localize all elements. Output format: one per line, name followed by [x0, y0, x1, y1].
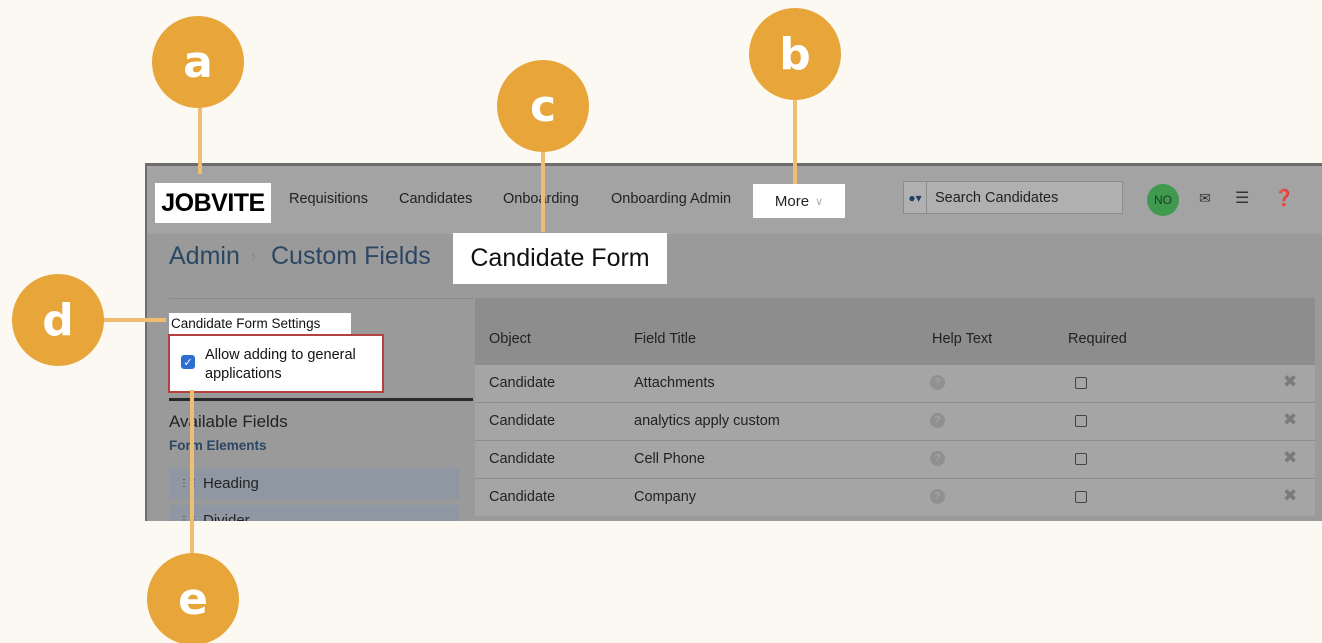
form-element-divider[interactable]: ⋮⋮ Divider [169, 505, 459, 521]
field-title-cell: Cell Phone [634, 451, 705, 467]
table-row[interactable]: Candidate Company ? ✖ [475, 478, 1315, 516]
app-screenshot: JOBVITE Requisitions Candidates Onboardi… [145, 163, 1322, 521]
allow-general-applications-setting[interactable]: ✓ Allow adding to general applications [168, 334, 384, 393]
allow-general-applications-checkbox[interactable]: ✓ [181, 355, 195, 369]
delete-icon[interactable]: ✖ [1283, 486, 1297, 506]
more-label: More [774, 192, 810, 210]
candidate-search: ●▾ [903, 181, 1123, 214]
breadcrumb-admin[interactable]: Admin [169, 242, 240, 271]
object-cell: Candidate [489, 451, 556, 467]
form-element-heading[interactable]: ⋮⋮ Heading [169, 468, 459, 499]
help-text-icon[interactable]: ? [930, 451, 945, 466]
delete-icon[interactable]: ✖ [1283, 372, 1297, 392]
callout-c-leader [541, 150, 545, 232]
divider [169, 298, 473, 299]
object-cell: Candidate [489, 375, 556, 391]
form-element-label: Heading [203, 475, 259, 492]
jobvite-logo[interactable]: JOBVITE [155, 183, 271, 223]
table-row[interactable]: Candidate analytics apply custom ? ✖ [475, 402, 1315, 440]
object-cell: Candidate [489, 413, 556, 429]
mail-icon[interactable]: ✉ [1199, 190, 1211, 207]
drag-handle-icon: ⋮⋮ [179, 515, 199, 521]
delete-icon[interactable]: ✖ [1283, 448, 1297, 468]
callout-e: e [147, 553, 239, 643]
callout-d: d [12, 274, 104, 366]
nav-requisitions[interactable]: Requisitions [289, 191, 368, 207]
callout-c: c [497, 60, 589, 152]
allow-general-applications-label: Allow adding to general applications [205, 347, 356, 382]
column-header-required: Required [1068, 331, 1127, 347]
breadcrumb-separator-icon: › [251, 248, 257, 265]
active-tab-indicator [169, 398, 473, 401]
field-title-cell: Company [634, 489, 697, 505]
form-settings-title: Candidate Form Settings [169, 313, 351, 334]
task-list-icon[interactable]: ☰ [1235, 188, 1249, 208]
required-checkbox[interactable] [1075, 415, 1087, 427]
required-checkbox[interactable] [1075, 453, 1087, 465]
help-text-icon[interactable]: ? [930, 489, 945, 504]
column-header-help-text: Help Text [932, 331, 993, 347]
search-input[interactable] [927, 189, 1122, 206]
nav-onboarding-admin[interactable]: Onboarding Admin [611, 191, 731, 207]
callout-b-leader [793, 100, 797, 184]
help-icon[interactable]: ❓ [1274, 188, 1294, 208]
available-fields-heading: Available Fields [169, 412, 288, 431]
callout-b: b [749, 8, 841, 100]
breadcrumb-custom-fields[interactable]: Custom Fields [271, 242, 431, 271]
chevron-down-icon: ∨ [815, 195, 824, 208]
more-menu-button[interactable]: More ∨ [753, 184, 845, 218]
required-checkbox[interactable] [1075, 377, 1087, 389]
callout-a-leader [198, 108, 202, 174]
callout-e-leader [190, 390, 194, 562]
field-title-cell: Attachments [634, 375, 715, 391]
table-header [475, 298, 1315, 364]
nav-candidates[interactable]: Candidates [399, 191, 472, 207]
column-header-field-title: Field Title [634, 331, 697, 347]
object-cell: Candidate [489, 489, 556, 505]
help-text-icon[interactable]: ? [930, 413, 945, 428]
drag-handle-icon: ⋮⋮ [179, 478, 199, 489]
field-title-cell: analytics apply custom [634, 413, 780, 429]
page-title: Candidate Form [453, 233, 667, 284]
required-checkbox[interactable] [1075, 491, 1087, 503]
table-row[interactable]: Candidate Attachments ? ✖ [475, 364, 1315, 402]
table-row[interactable]: Candidate Cell Phone ? ✖ [475, 440, 1315, 478]
callout-d-leader [100, 318, 166, 322]
column-header-object: Object [489, 331, 531, 347]
form-element-label: Divider [203, 512, 250, 521]
people-filter-icon[interactable]: ●▾ [904, 182, 927, 213]
help-text-icon[interactable]: ? [930, 375, 945, 390]
delete-icon[interactable]: ✖ [1283, 410, 1297, 430]
callout-a: a [152, 16, 244, 108]
form-elements-heading: Form Elements [169, 438, 267, 453]
avatar[interactable]: NO [1147, 184, 1179, 216]
